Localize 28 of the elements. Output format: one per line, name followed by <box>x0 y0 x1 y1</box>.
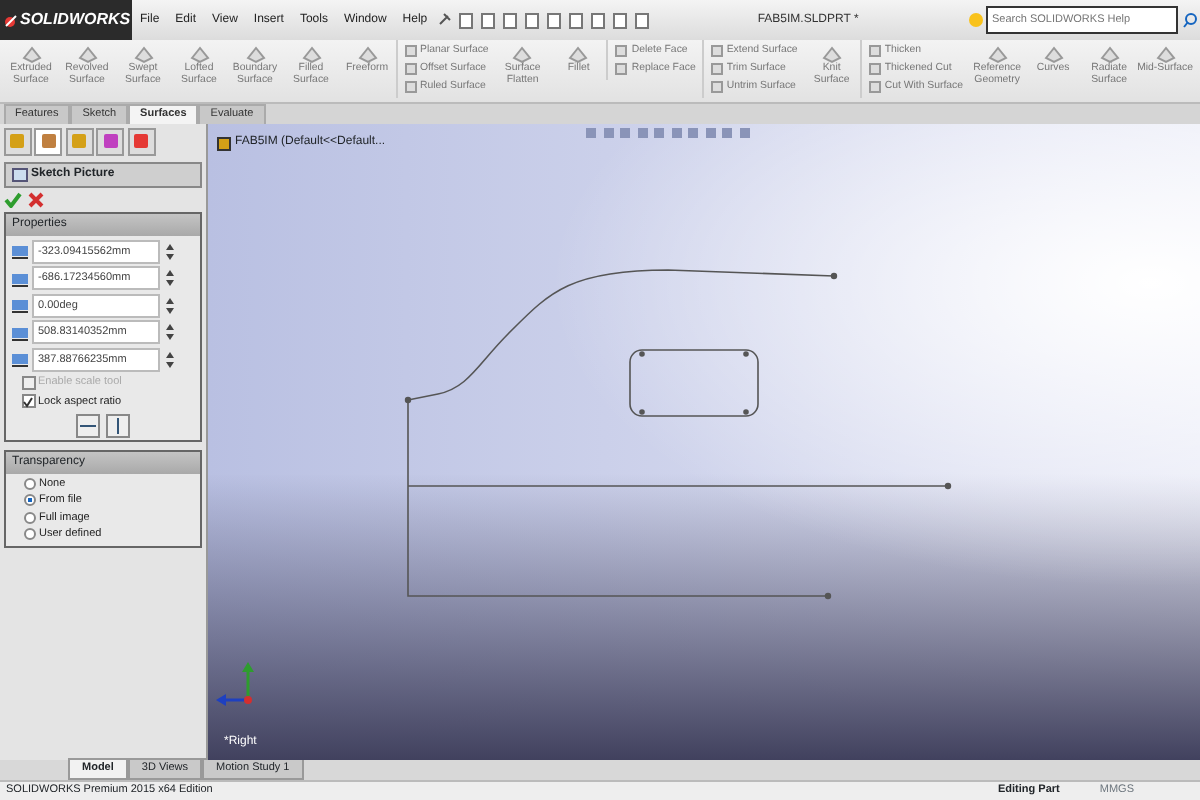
radio-button[interactable] <box>24 478 36 491</box>
search-icon <box>1181 12 1197 28</box>
check-icon[interactable] <box>3 192 21 208</box>
manager-tab[interactable] <box>96 127 124 155</box>
help-icon <box>967 12 983 28</box>
spin-buttons[interactable] <box>163 268 175 288</box>
spin-buttons[interactable] <box>163 241 175 261</box>
picture-icon <box>12 168 28 182</box>
manager-tab[interactable] <box>3 127 31 155</box>
logo-icon <box>3 13 17 27</box>
radio-button[interactable] <box>24 494 36 507</box>
checkbox[interactable] <box>21 394 35 409</box>
manager-tab[interactable] <box>34 127 62 155</box>
logo-text: SOLIDWORKS <box>20 8 131 32</box>
radio-button[interactable] <box>24 527 36 540</box>
radio-button[interactable] <box>24 511 36 524</box>
part-icon[interactable] <box>216 135 232 151</box>
fit-horizontal-icon[interactable] <box>76 413 100 437</box>
checkmark-icon <box>22 395 34 408</box>
axis-triad-icon <box>214 660 258 708</box>
spin-buttons[interactable] <box>163 349 175 369</box>
pin-icon[interactable] <box>435 12 452 28</box>
manager-tab[interactable] <box>65 127 93 155</box>
close-icon[interactable] <box>27 192 43 208</box>
spin-buttons[interactable] <box>163 295 175 315</box>
spin-buttons[interactable] <box>163 322 175 342</box>
fit-vertical-icon[interactable] <box>106 413 130 437</box>
manager-tab[interactable] <box>127 127 155 155</box>
